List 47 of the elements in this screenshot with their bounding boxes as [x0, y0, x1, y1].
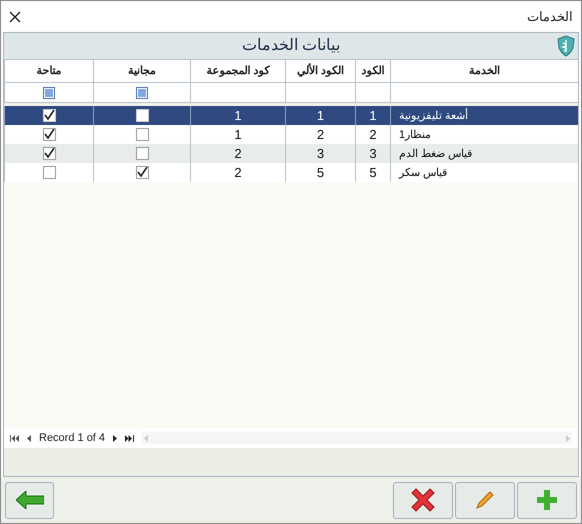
column-header[interactable]: الكود الألي: [285, 60, 355, 82]
table-cell-text: 5: [316, 164, 324, 182]
filter-checkbox[interactable]: [136, 86, 148, 98]
checkbox[interactable]: [42, 147, 56, 160]
plus-icon: [537, 490, 557, 510]
table-cell-text: 1: [234, 107, 242, 125]
column-header[interactable]: الكود: [355, 60, 390, 82]
cross-icon: [409, 486, 437, 514]
table-cell-text: 1: [316, 107, 324, 125]
checkbox[interactable]: [136, 166, 148, 180]
table-cell: أشعة تليفزيونية: [399, 108, 468, 124]
filter-checkbox[interactable]: [43, 86, 55, 98]
column-header[interactable]: كود المجموعة: [190, 60, 285, 82]
checkbox[interactable]: [136, 128, 148, 142]
record-counter: Record 1 of 4: [39, 430, 106, 446]
first-record-icon[interactable]: [10, 434, 19, 442]
column-header[interactable]: متاحة: [4, 60, 93, 82]
back-button[interactable]: [5, 482, 54, 518]
table-cell-text: 3: [316, 145, 324, 163]
checkbox[interactable]: [136, 147, 148, 160]
table-cell-text: 2: [369, 126, 377, 144]
shield-icon: [557, 35, 575, 57]
close-icon[interactable]: [9, 10, 21, 22]
table-cell-text: 2: [234, 145, 242, 163]
table-cell-text: 2: [234, 164, 242, 182]
window-title: الخدمات: [527, 8, 573, 26]
pencil-icon: [475, 490, 495, 510]
checkbox[interactable]: [42, 128, 56, 142]
column-header[interactable]: الخدمة: [390, 60, 578, 82]
edit-button[interactable]: [455, 482, 515, 518]
table-cell-text: قياس سكر: [399, 166, 448, 181]
table-cell-text: قياس ضغط الدم: [399, 146, 472, 162]
table-cell-text: منظار1: [399, 128, 432, 143]
checkbox[interactable]: [42, 109, 56, 122]
column-header[interactable]: مجانية: [93, 60, 190, 82]
table-cell-text: 1: [369, 107, 377, 125]
left-arrow-icon: [16, 491, 44, 509]
last-record-icon[interactable]: [125, 434, 134, 442]
checkbox[interactable]: [42, 166, 56, 180]
table-cell-text: 5: [369, 164, 377, 182]
table-cell-text: 1: [234, 126, 242, 144]
panel-title: بيانات الخدمات: [242, 36, 340, 56]
table-cell-text: 3: [369, 145, 377, 163]
delete-button[interactable]: [393, 482, 453, 518]
previous-record-icon[interactable]: [27, 434, 31, 442]
next-record-icon[interactable]: [113, 434, 118, 442]
table-cell-text: 2: [316, 126, 324, 144]
